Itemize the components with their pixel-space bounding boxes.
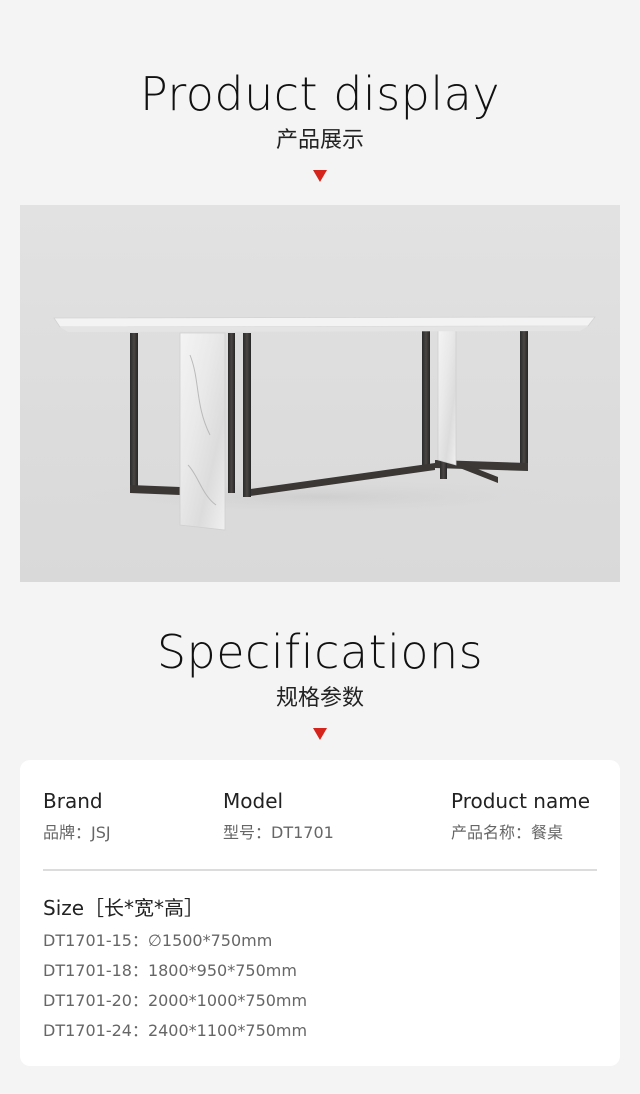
size-heading: Size［长*宽*高］ <box>43 896 205 920</box>
size-row: DT1701-18：1800*950*750mm <box>43 961 297 980</box>
brand-label: Brand <box>43 789 103 813</box>
product-photo <box>20 205 620 582</box>
down-triangle-icon <box>313 728 327 740</box>
specifications-title: Specifications <box>156 625 484 679</box>
product-name-value: 产品名称：餐桌 <box>451 823 564 842</box>
specifications-heading: Specifications 规格参数 <box>0 624 640 740</box>
down-triangle-icon <box>313 170 327 182</box>
size-row: DT1701-20：2000*1000*750mm <box>43 991 308 1010</box>
brand-column: Brand 品牌：JSJ <box>43 788 111 844</box>
product-name-column: Product name 产品名称：餐桌 <box>451 788 590 844</box>
size-list: DT1701-15：∅1500*750mm DT1701-18：1800*950… <box>43 926 307 1046</box>
size-row: DT1701-24：2400*1100*750mm <box>43 1021 308 1040</box>
size-row: DT1701-15：∅1500*750mm <box>43 931 273 950</box>
brand-value: 品牌：JSJ <box>43 823 111 842</box>
product-name-label: Product name <box>451 789 591 813</box>
specifications-card: Brand 品牌：JSJ Model 型号：DT1701 Product nam… <box>20 760 620 1066</box>
dining-table-illustration <box>53 316 596 531</box>
divider <box>43 869 597 871</box>
product-display-subtitle: 产品展示 <box>275 128 364 153</box>
specifications-subtitle: 规格参数 <box>275 686 364 711</box>
model-label: Model <box>223 789 284 813</box>
product-display-title: Product display <box>139 67 501 121</box>
model-value: 型号：DT1701 <box>223 823 334 842</box>
product-display-heading: Product display 产品展示 <box>0 66 640 182</box>
model-column: Model 型号：DT1701 <box>223 788 334 844</box>
